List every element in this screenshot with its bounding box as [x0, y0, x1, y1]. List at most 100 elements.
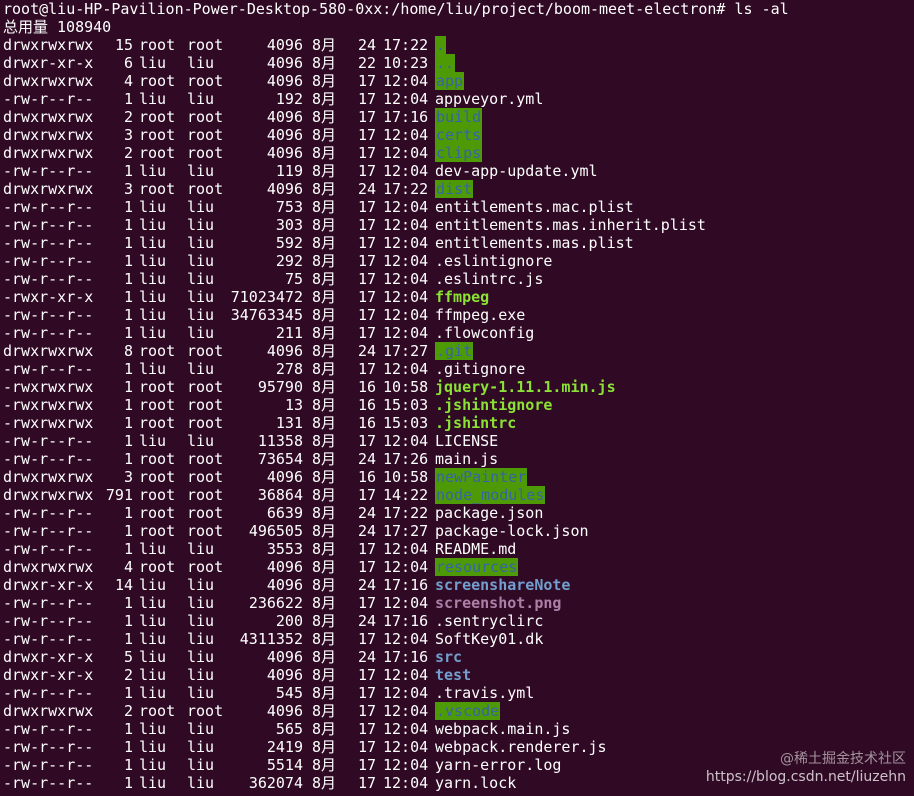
entry-time: 12:04 [383, 288, 429, 306]
entry-links: 1 [123, 216, 133, 234]
entry-size: 200 [275, 612, 303, 630]
listing-row: -rw-r--r-- 1 liu liu 4311352 8月 17 12:04 SoftKey… [3, 630, 914, 648]
entry-links: 2 [123, 144, 133, 162]
entry-size: 6639 [266, 504, 303, 522]
entry-group: root [187, 342, 224, 360]
entry-name-text: .jshintignore [435, 396, 553, 414]
entry-perm: drwxrwxrwx [3, 486, 94, 504]
entry-name: screenshot.png [435, 594, 561, 612]
entry-owner: root [139, 522, 176, 540]
entry-owner: liu [139, 270, 167, 288]
entry-links: 1 [123, 432, 133, 450]
entry-group: liu [187, 360, 215, 378]
entry-group: root [187, 414, 224, 432]
entry-name: .. [435, 54, 456, 72]
entry-month: 8月 [312, 468, 337, 486]
entry-name-text: LICENSE [435, 432, 499, 450]
entry-owner: liu [139, 162, 167, 180]
entry-links: 1 [123, 612, 133, 630]
entry-name-text: webpack.renderer.js [435, 738, 607, 756]
entry-name-text: appveyor.yml [435, 90, 544, 108]
entry-month: 8月 [312, 756, 337, 774]
entry-owner: liu [139, 54, 167, 72]
entry-name-text: test [435, 666, 472, 684]
entry-links: 1 [123, 522, 133, 540]
terminal-window[interactable]: root@liu-HP-Pavilion-Power-Desktop-580-0… [3, 0, 914, 796]
entry-day: 24 [357, 342, 376, 360]
listing-row: drwxrwxrwx 8 root root 4096 8月 24 17:27 .git [3, 342, 914, 360]
entry-time: 12:04 [383, 90, 429, 108]
entry-group: root [187, 504, 224, 522]
listing-row: -rw-r--r-- 1 root root 6639 8月 24 17:22 package.… [3, 504, 914, 522]
entry-size: 5514 [266, 756, 303, 774]
entry-day: 17 [357, 216, 376, 234]
listing-row: -rw-r--r-- 1 liu liu 211 8月 17 12:04 .flowconfig [3, 324, 914, 342]
entry-perm: drwxrwxrwx [3, 702, 94, 720]
entry-time: 17:26 [383, 450, 429, 468]
entry-group: root [187, 486, 224, 504]
entry-name: .sentryclirc [435, 612, 543, 630]
entry-day: 24 [357, 450, 376, 468]
entry-owner: liu [139, 234, 167, 252]
entry-month: 8月 [312, 630, 337, 648]
entry-month: 8月 [312, 576, 337, 594]
entry-day: 17 [357, 630, 376, 648]
entry-size: 4096 [266, 108, 303, 126]
entry-links: 1 [123, 594, 133, 612]
entry-name-text: newPainter [435, 468, 528, 486]
entry-time: 17:27 [383, 522, 429, 540]
entry-perm: -rw-r--r-- [3, 612, 94, 630]
entry-size: 95790 [257, 378, 303, 396]
entry-name-text: package-lock.json [435, 522, 589, 540]
entry-name: yarn-error.log [435, 756, 561, 774]
entry-owner: root [139, 558, 176, 576]
entry-size: 71023472 [230, 288, 303, 306]
entry-name-text: jquery-1.11.1.min.js [435, 378, 616, 396]
entry-perm: -rw-r--r-- [3, 450, 94, 468]
entry-month: 8月 [312, 90, 337, 108]
entry-name: newPainter [435, 468, 528, 486]
listing-row: -rw-r--r-- 1 liu liu 75 8月 17 12:04 .eslintrc.js [3, 270, 914, 288]
entry-month: 8月 [312, 126, 337, 144]
entry-name: yarn.lock [435, 774, 516, 792]
entry-perm: -rw-r--r-- [3, 360, 94, 378]
entry-group: liu [187, 90, 215, 108]
entry-name: .eslintrc.js [435, 270, 543, 288]
entry-perm: -rw-r--r-- [3, 432, 94, 450]
entry-links: 1 [123, 288, 133, 306]
listing-row: drwxr-xr-x 2 liu liu 4096 8月 17 12:04 test [3, 666, 914, 684]
entry-links: 14 [114, 576, 133, 594]
entry-name-text: resources [435, 558, 519, 576]
entry-links: 4 [123, 558, 133, 576]
entry-owner: liu [139, 648, 167, 666]
entry-time: 12:04 [383, 594, 429, 612]
entry-links: 5 [123, 648, 133, 666]
entry-day: 17 [357, 702, 376, 720]
listing-row: drwxrwxrwx 4 root root 4096 8月 17 12:04 resource… [3, 558, 914, 576]
entry-name-text: entitlements.mas.inherit.plist [435, 216, 706, 234]
entry-links: 3 [123, 126, 133, 144]
entry-group: liu [187, 576, 215, 594]
entry-links: 1 [123, 720, 133, 738]
entry-name-text: .gitignore [435, 360, 526, 378]
entry-perm: drwxrwxrwx [3, 36, 94, 54]
entry-month: 8月 [312, 108, 337, 126]
listing-row: drwxr-xr-x 14 liu liu 4096 8月 24 17:16 screensha… [3, 576, 914, 594]
entry-group: root [187, 450, 224, 468]
entry-name: clips [435, 144, 483, 162]
entry-name: main.js [435, 450, 498, 468]
entry-size: 75 [284, 270, 303, 288]
entry-perm: -rw-r--r-- [3, 216, 94, 234]
entry-time: 12:04 [383, 198, 429, 216]
entry-group: root [187, 72, 224, 90]
entry-month: 8月 [312, 594, 337, 612]
entry-time: 12:04 [383, 738, 429, 756]
entry-time: 10:58 [383, 378, 429, 396]
entry-group: liu [187, 756, 215, 774]
entry-name-text: package.json [435, 504, 544, 522]
entry-time: 12:04 [383, 252, 429, 270]
entry-owner: liu [139, 216, 167, 234]
entry-size: 4096 [266, 36, 303, 54]
entry-group: liu [187, 612, 215, 630]
entry-group: liu [187, 270, 215, 288]
